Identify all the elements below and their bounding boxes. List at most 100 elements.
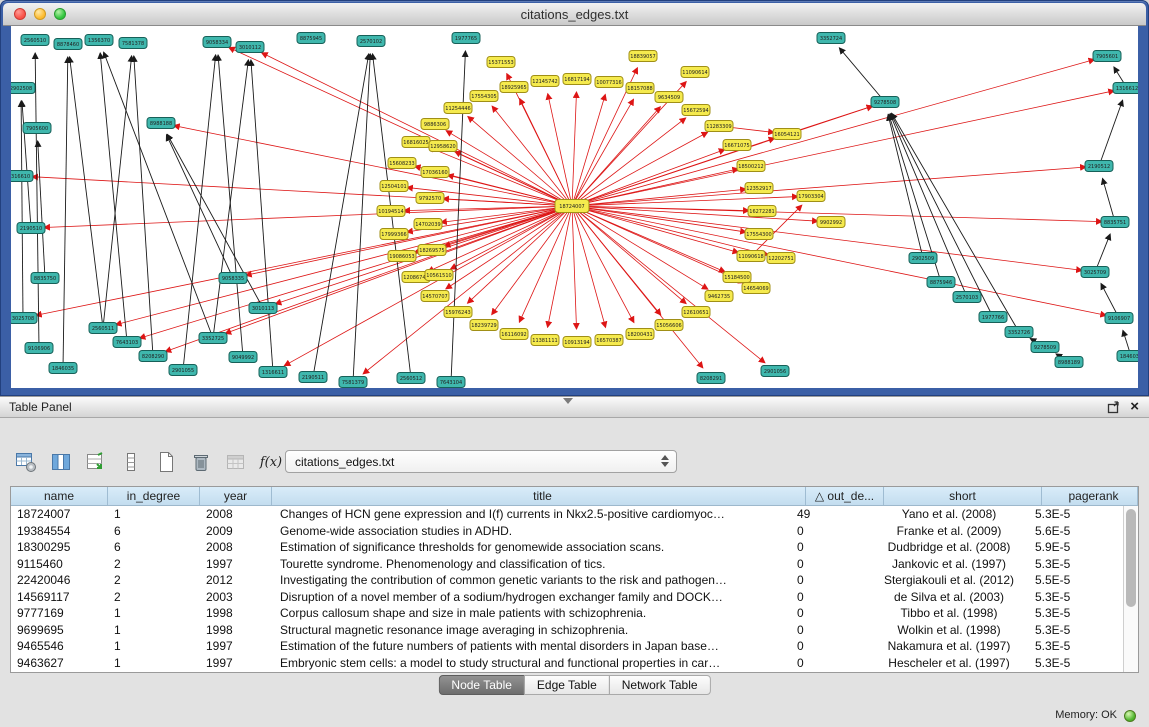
table-cell[interactable]: Hescheler et al. (1997) bbox=[869, 656, 1027, 670]
column-header-title[interactable]: title bbox=[272, 487, 806, 505]
graph-node[interactable]: 11283309 bbox=[705, 121, 733, 132]
graph-node[interactable]: 12610651 bbox=[682, 307, 710, 318]
graph-edge[interactable] bbox=[572, 91, 1114, 206]
table-cell[interactable]: 19384554 bbox=[11, 524, 108, 538]
table-row[interactable]: 1872400712008Changes of HCN gene express… bbox=[11, 506, 1123, 523]
table-cell[interactable]: 14569117 bbox=[11, 590, 108, 604]
graph-edge[interactable] bbox=[70, 57, 103, 328]
graph-edge[interactable] bbox=[839, 48, 885, 102]
graph-edge[interactable] bbox=[572, 206, 738, 253]
table-cell[interactable]: 2 bbox=[108, 573, 200, 587]
table-cell[interactable]: 2008 bbox=[200, 540, 272, 554]
graph-node[interactable]: 17999366 bbox=[380, 229, 408, 240]
graph-edge[interactable] bbox=[572, 60, 1094, 206]
table-cell[interactable]: 0 bbox=[791, 656, 869, 670]
graph-edge[interactable] bbox=[313, 54, 369, 377]
graph-node[interactable]: 8835750 bbox=[31, 273, 59, 284]
table-cell[interactable]: 6 bbox=[108, 524, 200, 538]
column-header-in-degree[interactable]: in_degree bbox=[108, 487, 200, 505]
graph-edge[interactable] bbox=[572, 206, 577, 329]
table-cell[interactable]: 5.3E-5 bbox=[1027, 507, 1123, 521]
graph-node[interactable]: 2560510 bbox=[21, 35, 49, 46]
graph-edge[interactable] bbox=[104, 52, 213, 338]
table-row[interactable]: 977716911998Corpus callosum shape and si… bbox=[11, 605, 1123, 622]
graph-node[interactable]: 9058335 bbox=[219, 273, 247, 284]
table-cell[interactable]: Changes of HCN gene expression and I(f) … bbox=[272, 507, 791, 521]
graph-node[interactable]: 3010113 bbox=[249, 303, 277, 314]
graph-node[interactable]: 8878460 bbox=[54, 39, 82, 50]
graph-node[interactable]: 1356370 bbox=[85, 35, 113, 46]
table-cell[interactable]: 1 bbox=[108, 639, 200, 653]
graph-node[interactable]: 2570103 bbox=[953, 292, 981, 303]
table-row[interactable]: 1938455462009Genome-wide association stu… bbox=[11, 523, 1123, 540]
graph-node[interactable]: 9106907 bbox=[1105, 313, 1133, 324]
graph-node[interactable]: 10561510 bbox=[425, 270, 453, 281]
add-column-icon[interactable] bbox=[82, 448, 110, 476]
graph-node[interactable]: 1846035 bbox=[49, 363, 77, 374]
network-canvas[interactable]: 1872400710194514125041011560823316816025… bbox=[11, 26, 1138, 388]
table-cell[interactable]: 5.3E-5 bbox=[1027, 606, 1123, 620]
table-cell[interactable]: 9465546 bbox=[11, 639, 108, 653]
table-cell[interactable]: 1 bbox=[108, 507, 200, 521]
table-cell[interactable]: 2003 bbox=[200, 590, 272, 604]
graph-node[interactable]: 12504101 bbox=[380, 181, 408, 192]
table-cell[interactable]: Estimation of the future numbers of pati… bbox=[272, 639, 791, 653]
graph-node[interactable]: 16816025 bbox=[402, 137, 430, 148]
table-cell[interactable]: Corpus callosum shape and size in male p… bbox=[272, 606, 791, 620]
table-cell[interactable]: Tourette syndrome. Phenomenology and cla… bbox=[272, 557, 791, 571]
graph-edge[interactable] bbox=[218, 55, 243, 357]
graph-node[interactable]: 9462735 bbox=[705, 291, 733, 302]
graph-edge[interactable] bbox=[174, 126, 572, 206]
network-graph-svg[interactable]: 1872400710194514125041011560823316816025… bbox=[11, 26, 1138, 388]
graph-node[interactable]: 16671075 bbox=[723, 140, 751, 151]
graph-node[interactable]: 1316611 bbox=[259, 367, 287, 378]
graph-edge[interactable] bbox=[428, 206, 572, 272]
graph-node[interactable]: 2902509 bbox=[909, 253, 937, 264]
table-row[interactable]: 969969511998Structural magnetic resonanc… bbox=[11, 622, 1123, 639]
graph-node[interactable]: 3010112 bbox=[236, 42, 264, 53]
graph-edge[interactable] bbox=[572, 206, 703, 368]
graph-node[interactable]: 10077316 bbox=[595, 77, 623, 88]
graph-node[interactable]: 3352724 bbox=[817, 33, 845, 44]
graph-node[interactable]: 8835751 bbox=[1101, 217, 1129, 228]
table-cell[interactable]: 0 bbox=[791, 524, 869, 538]
graph-node[interactable]: 8208291 bbox=[697, 373, 725, 384]
column-header-pagerank[interactable]: pagerank bbox=[1042, 487, 1138, 505]
graph-edge[interactable] bbox=[468, 206, 572, 303]
tab-node-table[interactable]: Node Table bbox=[438, 675, 525, 695]
graph-node[interactable]: 8875946 bbox=[927, 277, 955, 288]
scrollbar-thumb[interactable] bbox=[1126, 509, 1136, 607]
table-cell[interactable]: 1998 bbox=[200, 623, 272, 637]
table-cell[interactable]: 0 bbox=[791, 623, 869, 637]
graph-edge[interactable] bbox=[572, 167, 1086, 206]
table-mode-icon[interactable] bbox=[12, 448, 40, 476]
graph-node[interactable]: 9106906 bbox=[25, 343, 53, 354]
window-titlebar[interactable]: citations_edges.txt bbox=[3, 3, 1146, 26]
graph-edge[interactable] bbox=[548, 94, 572, 206]
graph-node[interactable]: 8208290 bbox=[139, 351, 167, 362]
table-cell[interactable]: Dudbridge et al. (2008) bbox=[869, 540, 1027, 554]
graph-node[interactable]: 7581379 bbox=[339, 377, 367, 388]
table-cell[interactable]: Yano et al. (2008) bbox=[869, 507, 1027, 521]
show-columns-icon[interactable] bbox=[47, 448, 75, 476]
table-cell[interactable]: 5.3E-5 bbox=[1027, 656, 1123, 670]
table-cell[interactable]: Genome-wide association studies in ADHD. bbox=[272, 524, 791, 538]
table-row[interactable]: 911546021997Tourette syndrome. Phenomeno… bbox=[11, 556, 1123, 573]
graph-edge[interactable] bbox=[572, 206, 634, 323]
close-panel-icon[interactable]: × bbox=[1130, 400, 1139, 414]
graph-node[interactable]: 15184500 bbox=[723, 272, 751, 283]
graph-edge[interactable] bbox=[103, 56, 132, 328]
float-panel-icon[interactable] bbox=[1107, 401, 1120, 414]
graph-node[interactable]: 2901055 bbox=[169, 365, 197, 376]
graph-node[interactable]: 12202751 bbox=[767, 253, 795, 264]
graph-node[interactable]: 8875945 bbox=[297, 33, 325, 44]
graph-node[interactable]: 9049992 bbox=[229, 352, 257, 363]
column-header-name[interactable]: name bbox=[11, 487, 108, 505]
table-cell[interactable]: 0 bbox=[791, 573, 869, 587]
table-cell[interactable]: 1997 bbox=[200, 656, 272, 670]
table-cell[interactable]: Stergiakouli et al. (2012) bbox=[869, 573, 1027, 587]
graph-node[interactable]: 9278509 bbox=[1031, 342, 1059, 353]
graph-node[interactable]: 9634509 bbox=[655, 92, 683, 103]
graph-node[interactable]: 12958620 bbox=[429, 141, 457, 152]
table-row[interactable]: 946554611997Estimation of the future num… bbox=[11, 638, 1123, 655]
